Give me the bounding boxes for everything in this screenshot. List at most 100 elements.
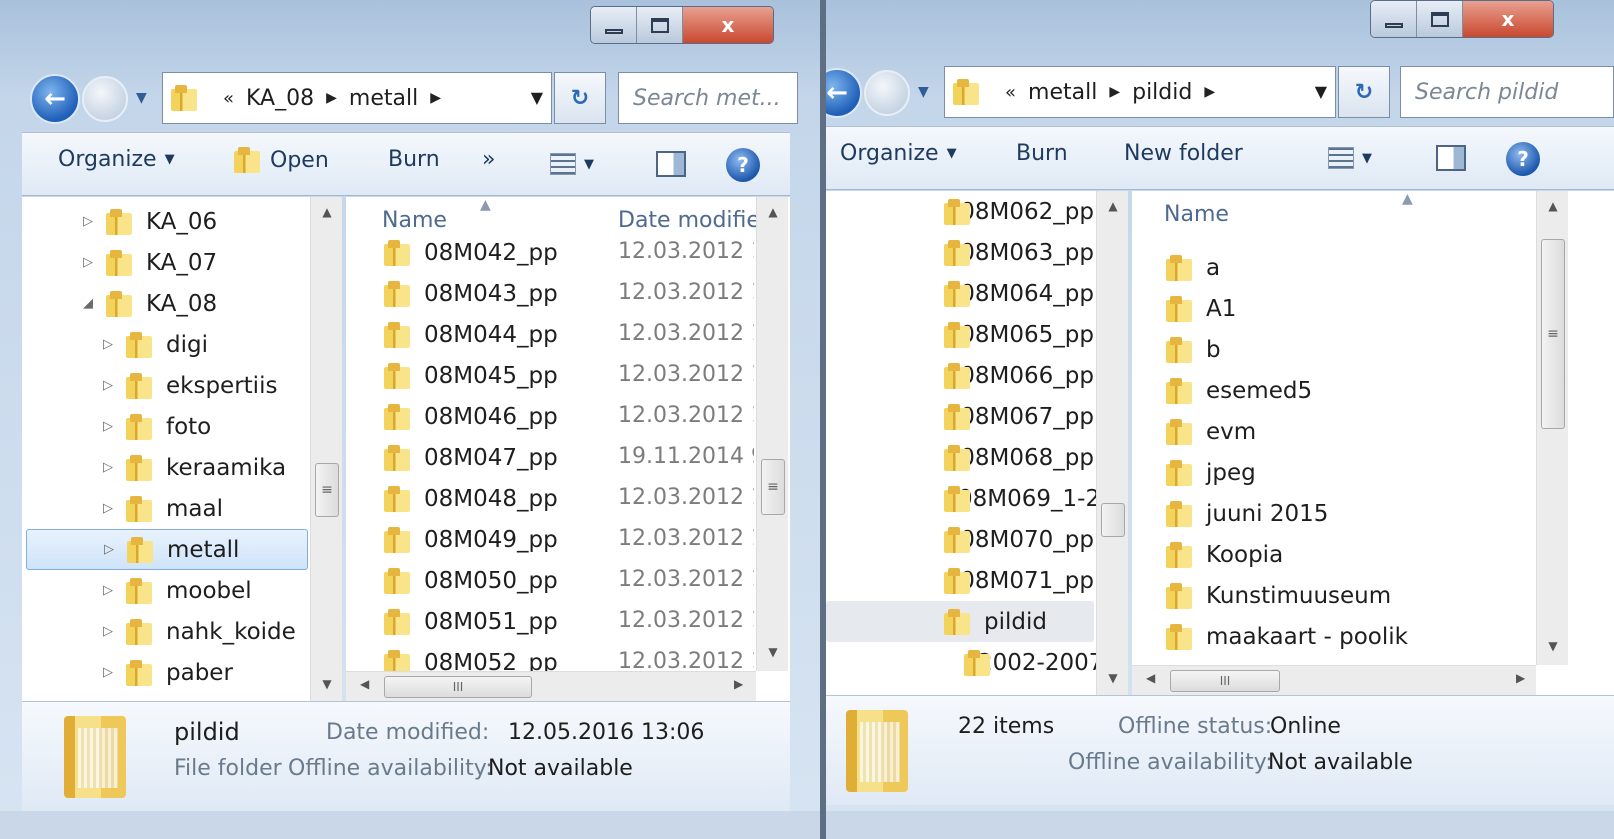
tree-expander-icon[interactable]: ▷ bbox=[98, 460, 118, 475]
tree-item[interactable]: ▷ moobel bbox=[22, 570, 304, 611]
tree-item[interactable]: ▷ metall bbox=[26, 529, 308, 570]
tree-item[interactable]: 08M063_pp bbox=[826, 232, 1094, 273]
file-row[interactable]: 08M049_pp bbox=[346, 519, 606, 560]
tree-item[interactable]: ▷ nahk_koide bbox=[22, 611, 304, 652]
file-row[interactable]: 08M045_pp bbox=[346, 355, 606, 396]
tree-expander-icon[interactable]: ▷ bbox=[78, 255, 98, 270]
tree-item[interactable]: 08M071_pp bbox=[826, 560, 1094, 601]
tree-item[interactable]: 08M068_pp bbox=[826, 437, 1094, 478]
column-header-name[interactable]: Name bbox=[1164, 191, 1229, 237]
tree-item[interactable]: ▷ KA_07 bbox=[22, 242, 304, 283]
file-row[interactable]: 08M044_pp bbox=[346, 314, 606, 355]
scroll-left-icon[interactable]: ◀ bbox=[360, 677, 369, 691]
recent-pages-dropdown[interactable]: ▼ bbox=[918, 84, 929, 100]
scroll-up-icon[interactable]: ▲ bbox=[757, 205, 789, 219]
organize-button[interactable]: Organize ▼ bbox=[58, 147, 175, 172]
scroll-down-icon[interactable]: ▼ bbox=[1097, 671, 1128, 685]
scroll-down-icon[interactable]: ▼ bbox=[1537, 639, 1569, 653]
search-input[interactable]: Search met... bbox=[618, 72, 798, 124]
address-dropdown-icon[interactable]: ▼ bbox=[531, 88, 543, 107]
tree-expander-icon[interactable]: ▷ bbox=[78, 214, 98, 229]
tree-expander-icon[interactable]: ▷ bbox=[98, 624, 118, 639]
forward-button[interactable] bbox=[82, 76, 128, 122]
tree-item[interactable]: ▷ foto bbox=[22, 406, 304, 447]
files-horizontal-scrollbar[interactable]: ◀ III ▶ bbox=[1132, 665, 1536, 695]
burn-button[interactable]: Burn bbox=[388, 147, 440, 172]
file-row[interactable]: A1 bbox=[1132, 288, 1502, 329]
scroll-up-icon[interactable]: ▲ bbox=[1537, 199, 1569, 213]
tree-item[interactable]: 08M067_pp bbox=[826, 396, 1094, 437]
file-row[interactable]: b bbox=[1132, 329, 1502, 370]
change-view-button[interactable]: ▼ bbox=[550, 153, 594, 175]
tree-item[interactable]: ▷ KA_06 bbox=[22, 201, 304, 242]
breadcrumb-chevron-icon[interactable]: ▶ bbox=[1109, 84, 1120, 100]
open-button[interactable]: Open bbox=[234, 147, 329, 173]
close-button[interactable]: x bbox=[1463, 1, 1553, 37]
change-view-button[interactable]: ▼ bbox=[1328, 147, 1372, 169]
scroll-right-icon[interactable]: ▶ bbox=[1516, 671, 1525, 685]
help-button[interactable]: ? bbox=[1506, 142, 1540, 176]
tree-vertical-scrollbar[interactable]: ▲ ≡ ▼ bbox=[310, 197, 342, 701]
tree-item[interactable]: 08M069_1-2_ bbox=[826, 478, 1112, 519]
scrollbar-thumb[interactable]: III bbox=[1170, 670, 1280, 692]
scrollbar-thumb[interactable]: ≡ bbox=[1541, 239, 1565, 429]
files-horizontal-scrollbar[interactable]: ◀ III ▶ bbox=[346, 671, 756, 701]
breadcrumb-chevron-icon[interactable]: ▶ bbox=[1204, 84, 1215, 100]
file-row[interactable]: 08M046_pp bbox=[346, 396, 606, 437]
new-folder-button[interactable]: New folder bbox=[1124, 141, 1243, 166]
scroll-down-icon[interactable]: ▼ bbox=[311, 677, 342, 691]
tree-expander-icon[interactable]: ▷ bbox=[98, 583, 118, 598]
back-button[interactable]: ← bbox=[826, 68, 862, 118]
tree-item[interactable]: 08M064_pp bbox=[826, 273, 1094, 314]
minimize-button[interactable] bbox=[1371, 1, 1417, 37]
breadcrumb-item[interactable]: metall bbox=[1028, 80, 1097, 105]
address-dropdown-icon[interactable]: ▼ bbox=[1315, 82, 1327, 101]
tree-item[interactable]: 08M066_pp bbox=[826, 355, 1094, 396]
file-row[interactable]: juuni 2015 bbox=[1132, 493, 1502, 534]
tree-expander-icon[interactable]: ▷ bbox=[98, 337, 118, 352]
breadcrumb-item[interactable]: KA_08 bbox=[246, 86, 314, 111]
address-bar[interactable]: « metall ▶ pildid ▶ ▼ bbox=[944, 66, 1336, 118]
file-row[interactable]: 08M042_pp bbox=[346, 232, 606, 273]
file-row[interactable]: 08M047_pp bbox=[346, 437, 606, 478]
file-row[interactable]: 08M050_pp bbox=[346, 560, 606, 601]
file-row[interactable]: maakaart - poolik bbox=[1132, 616, 1502, 657]
file-row[interactable]: esemed5 bbox=[1132, 370, 1502, 411]
refresh-button[interactable]: ↻ bbox=[1338, 66, 1390, 118]
back-button[interactable]: ← bbox=[30, 74, 80, 124]
column-header-date[interactable]: Date modifie bbox=[618, 197, 758, 243]
tree-item[interactable]: ▷ keraamika bbox=[22, 447, 304, 488]
organize-button[interactable]: Organize ▼ bbox=[840, 141, 957, 166]
scroll-up-icon[interactable]: ▲ bbox=[311, 205, 342, 219]
tree-expander-icon[interactable]: ▷ bbox=[99, 542, 119, 557]
tree-item[interactable]: 08M065_pp bbox=[826, 314, 1094, 355]
preview-pane-button[interactable] bbox=[656, 151, 686, 177]
breadcrumb-item[interactable]: pildid bbox=[1132, 80, 1192, 105]
close-button[interactable]: x bbox=[683, 7, 773, 43]
breadcrumb-chevron-icon[interactable]: ▶ bbox=[430, 90, 441, 106]
breadcrumb-item[interactable]: metall bbox=[349, 86, 418, 111]
tree-item[interactable]: 08M062_pp bbox=[826, 191, 1094, 232]
breadcrumb-overflow[interactable]: « bbox=[1005, 82, 1016, 103]
tree-item[interactable]: ▷ ekspertiis bbox=[22, 365, 304, 406]
tree-expander-icon[interactable]: ◢ bbox=[78, 296, 98, 311]
search-input[interactable]: Search pildid bbox=[1400, 66, 1614, 118]
tree-expander-icon[interactable]: ▷ bbox=[98, 665, 118, 680]
breadcrumb-chevron-icon[interactable]: ▶ bbox=[326, 90, 337, 106]
tree-item[interactable]: ▷ digi bbox=[22, 324, 304, 365]
scrollbar-thumb[interactable]: ≡ bbox=[761, 459, 785, 515]
file-row[interactable]: evm bbox=[1132, 411, 1502, 452]
refresh-button[interactable]: ↻ bbox=[554, 72, 606, 124]
maximize-button[interactable] bbox=[637, 7, 683, 43]
forward-button[interactable] bbox=[864, 70, 910, 116]
file-row[interactable]: Koopia bbox=[1132, 534, 1502, 575]
tree-item[interactable]: 2002-2007 bbox=[826, 642, 1103, 683]
burn-button[interactable]: Burn bbox=[1016, 141, 1068, 166]
scrollbar-thumb[interactable]: III bbox=[384, 676, 532, 698]
tree-item[interactable]: 08M070_pp bbox=[826, 519, 1094, 560]
breadcrumb-overflow[interactable]: « bbox=[223, 88, 234, 109]
scrollbar-thumb[interactable]: ≡ bbox=[315, 463, 339, 517]
tree-item[interactable]: pildid bbox=[826, 601, 1094, 642]
scroll-right-icon[interactable]: ▶ bbox=[734, 677, 743, 691]
tree-item[interactable]: ◢ KA_08 bbox=[22, 283, 304, 324]
